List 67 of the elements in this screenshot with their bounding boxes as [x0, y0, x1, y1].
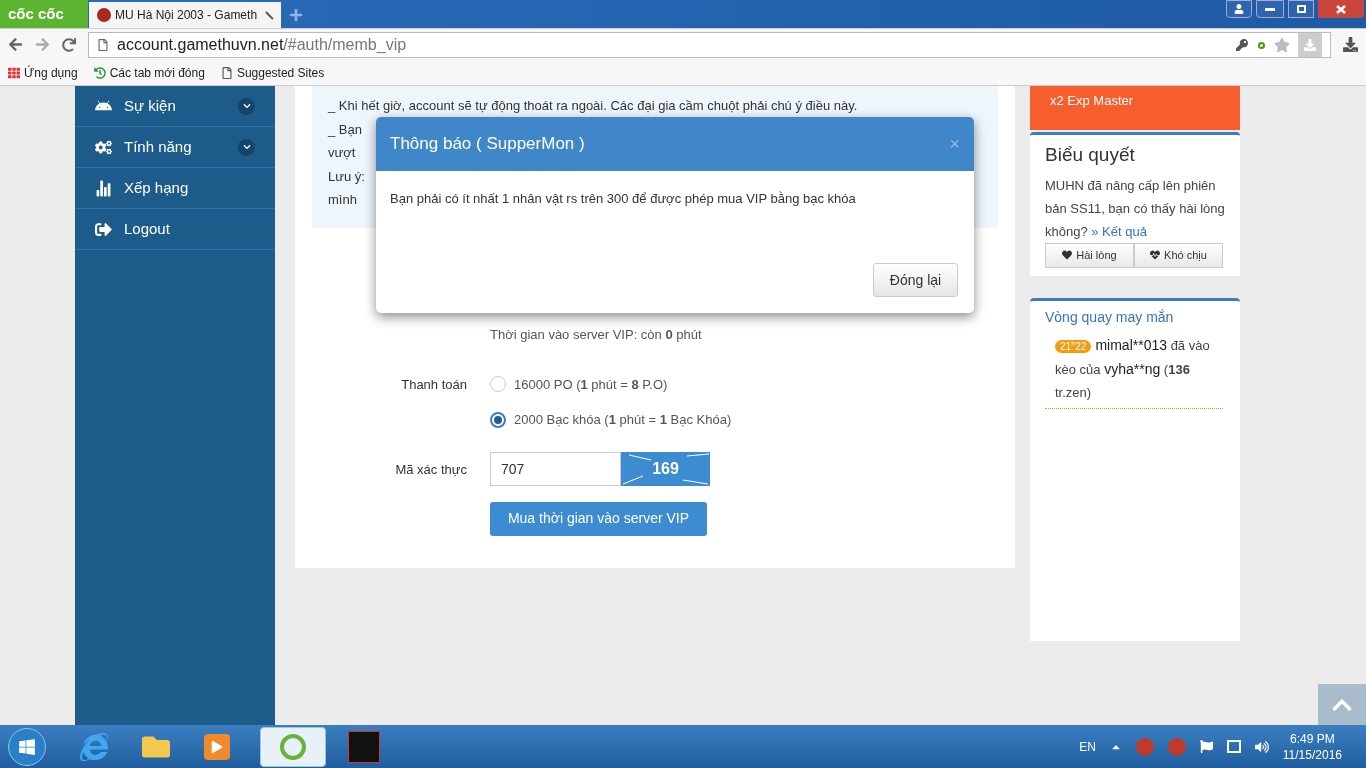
gears-icon: [95, 138, 112, 156]
flag-icon[interactable]: [1199, 740, 1213, 753]
notice-text: mình: [328, 191, 357, 209]
bookmark-link[interactable]: Các tab mới đóng: [93, 63, 205, 82]
restore-icon[interactable]: [1288, 0, 1314, 18]
notice-text: Lưu ý:: [328, 167, 365, 186]
captcha-image: 169: [621, 451, 710, 486]
payment-option-text: 16000 PO (1 phút = 8 P.O): [514, 375, 668, 394]
modal-title: Thông báo ( SupperMon ): [390, 133, 585, 156]
sidebar-item[interactable]: Logout: [75, 209, 275, 250]
page-icon: [220, 66, 233, 79]
lucky-wheel-title: Vòng quay may mắn: [1045, 307, 1175, 327]
modal-message: Bạn phải có ít nhất 1 nhân vật rs trên 300 để được phép mua VIP bằng bạc khóa: [389, 190, 857, 208]
radio-button[interactable]: [490, 411, 506, 428]
minimize-icon[interactable]: [1256, 0, 1284, 18]
page-icon: [97, 38, 109, 51]
bar-chart-icon: [95, 179, 112, 197]
heart-icon: [1062, 250, 1073, 260]
language-indicator[interactable]: EN: [1079, 737, 1096, 756]
sidebar-item[interactable]: Tính năng: [75, 127, 275, 168]
network-icon[interactable]: [1226, 740, 1241, 753]
start-button[interactable]: [8, 727, 46, 766]
star-icon[interactable]: [1274, 36, 1290, 53]
remaining-time-text: Thời gian vào server VIP: còn 0 phút: [490, 326, 703, 344]
payment-label: Thanh toán: [400, 375, 468, 394]
heartbeat-icon: [1150, 250, 1161, 260]
downloads-icon[interactable]: [1343, 37, 1358, 52]
grid-icon: [8, 66, 20, 79]
key-icon[interactable]: [1236, 38, 1248, 51]
arrow-down-icon: [1304, 38, 1316, 51]
notice-text: _ Bạn: [328, 120, 362, 139]
notice-text: vượt: [328, 144, 356, 162]
browser-tab[interactable]: MU Hà Nội 2003 - Gameth: [89, 2, 281, 28]
reload-icon[interactable]: [62, 37, 76, 52]
poll-title: Biểu quyết: [1045, 143, 1136, 167]
game-app-icon[interactable]: [348, 730, 380, 763]
user-icon[interactable]: [1226, 0, 1252, 18]
poll-question: MUHN đã nâng cấp lên phiên bản SS11, bạn có thấy hài lòng không? » Kết quả: [1045, 176, 1225, 241]
volume-icon[interactable]: [1254, 739, 1269, 754]
logout-icon: [95, 220, 112, 238]
windows-logo-icon: [18, 737, 36, 756]
history-icon: [93, 66, 106, 79]
close-dialog-button[interactable]: Đóng lại: [873, 263, 958, 297]
spin-result-text: 21$^{h}$22 mimal**013 đã vào kèo của vyha**ng (136 tr.zen): [1045, 333, 1223, 409]
result-link[interactable]: » Kết quả: [1091, 223, 1147, 239]
taskbar-app-icon[interactable]: [260, 726, 326, 767]
address-bar[interactable]: account.gamethuvn.net/#auth/memb_vip: [88, 31, 1331, 58]
url-text: account.gamethuvn.net/#auth/memb_vip: [117, 34, 407, 55]
clock[interactable]: 6:49 PM 11/15/2016: [1282, 730, 1342, 763]
poll-option-button[interactable]: Khó chịu: [1134, 242, 1223, 268]
payment-option-text: 2000 Bạc khóa (1 phút = 1 Bạc Khóa): [514, 411, 732, 429]
notice-text: _ Khi hết giờ, account sẽ tự động thoát ra ngoài. Các đại gia cầm chuột phải chú ý điều này.: [328, 97, 858, 115]
buy-vip-button[interactable]: Mua thời gian vào server VIP: [490, 501, 707, 536]
captcha-input[interactable]: 707: [490, 451, 621, 486]
site-favicon-icon: [97, 8, 111, 22]
bookmark-link[interactable]: Suggested Sites: [220, 63, 325, 82]
new-tab-icon[interactable]: [289, 8, 303, 22]
captcha-label: Mã xác thực: [394, 460, 468, 479]
play-icon: [211, 740, 223, 753]
sidebar-item[interactable]: Sự kiện: [75, 86, 275, 127]
sidebar-item[interactable]: Xếp hạng: [75, 168, 275, 209]
bookmark-link[interactable]: Ứng dụng: [8, 63, 78, 82]
back-icon[interactable]: [8, 37, 23, 52]
close-window-icon[interactable]: [1318, 0, 1364, 18]
person-icon: [1234, 4, 1244, 14]
media-player-icon[interactable]: [204, 733, 230, 760]
poll-option-button[interactable]: Hài lòng: [1045, 242, 1134, 268]
